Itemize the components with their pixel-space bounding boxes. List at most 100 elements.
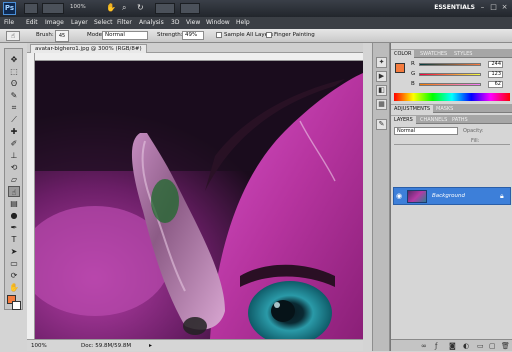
background-color-swatch[interactable] [12, 301, 21, 310]
color-spectrum-bar[interactable] [394, 93, 510, 101]
rotate-view-icon[interactable]: ↻ [137, 3, 144, 12]
new-layer-icon[interactable]: ▢ [489, 342, 496, 350]
brush-picker[interactable]: 45 [55, 30, 69, 42]
status-arrow-icon[interactable]: ▸ [149, 342, 152, 350]
tab-color[interactable]: COLOR [391, 50, 415, 58]
view-extras-button[interactable] [42, 3, 64, 14]
channel-b-value[interactable]: 62 [488, 81, 503, 88]
tab-masks[interactable]: MASKS [433, 105, 456, 113]
add-layer-style-icon[interactable]: ƒ [435, 342, 437, 350]
lasso-tool-icon[interactable]: ʘ [8, 78, 20, 89]
tab-layers[interactable]: LAYERS [391, 116, 416, 124]
menu-filter[interactable]: Filter [117, 18, 132, 28]
minimize-icon[interactable]: – [478, 3, 487, 12]
marquee-tool-icon[interactable]: ⬚ [8, 66, 20, 77]
color-panel-tabs: COLOR SWATCHES STYLES [391, 49, 512, 58]
tab-paths[interactable]: PATHS [449, 116, 471, 124]
document-tab[interactable]: avatar-bighero1.jpg @ 300% (RGB/8#) [30, 44, 147, 53]
menu-file[interactable]: File [4, 18, 14, 28]
finger-painting-label: Finger Painting [274, 32, 315, 38]
layer-name[interactable]: Background [432, 193, 465, 199]
status-zoom[interactable]: 100% [31, 342, 47, 350]
add-mask-icon[interactable]: ◙ [449, 342, 456, 350]
document-tab-bar: avatar-bighero1.jpg @ 300% (RGB/8#) [27, 43, 363, 53]
crop-tool-icon[interactable]: ⌗ [8, 102, 20, 113]
path-selection-tool-icon[interactable]: ➤ [8, 246, 20, 257]
menu-layer[interactable]: Layer [71, 18, 88, 28]
layer-visibility-eye-icon[interactable]: ◉ [396, 192, 404, 200]
adjustment-layer-icon[interactable]: ◐ [463, 342, 469, 350]
brushes-panel-icon[interactable]: ✎ [376, 119, 387, 130]
histogram-panel-icon[interactable]: ▦ [376, 99, 387, 110]
finger-painting-checkbox[interactable] [266, 32, 272, 38]
history-panel-icon[interactable]: ✦ [376, 57, 387, 68]
color-foreground-swatch[interactable] [395, 63, 405, 73]
healing-brush-tool-icon[interactable]: ✚ [8, 126, 20, 137]
channel-g-value[interactable]: 123 [488, 71, 503, 78]
3d-rotate-tool-icon[interactable]: ⟳ [8, 270, 20, 281]
app-bar: Ps 100% ✋ ⌕ ↻ ESSENTIALS – □ × [0, 0, 512, 17]
move-tool-icon[interactable]: ✥ [8, 54, 20, 65]
sample-all-layers-checkbox[interactable] [216, 32, 222, 38]
layer-row-background[interactable]: ◉ Background 🔒︎ [393, 187, 511, 205]
zoom-level-dropdown[interactable]: 100% [70, 4, 92, 13]
blend-mode-dropdown[interactable]: Normal [394, 127, 458, 135]
image-canvas[interactable] [35, 61, 363, 339]
opacity-label: Opacity: [463, 128, 484, 134]
shape-tool-icon[interactable]: ▭ [8, 258, 20, 269]
menu-view[interactable]: View [186, 18, 200, 28]
tool-preset-picker[interactable]: ☝ [6, 31, 20, 41]
eraser-tool-icon[interactable]: ▱ [8, 174, 20, 185]
layer-lock-icon: 🔒︎ [500, 192, 504, 200]
navigator-panel-icon[interactable]: ◧ [376, 85, 387, 96]
gradient-tool-icon[interactable]: ▤ [8, 198, 20, 209]
status-doc-info: Doc: 59.8M/59.8M [81, 343, 132, 349]
quick-selection-tool-icon[interactable]: ✎ [8, 90, 20, 101]
history-brush-tool-icon[interactable]: ⟲ [8, 162, 20, 173]
mode-dropdown[interactable]: Normal [102, 31, 148, 40]
channel-g-slider[interactable] [419, 73, 481, 76]
channel-g-label: G [411, 71, 416, 77]
hand-tool-panel-icon[interactable]: ✋ [8, 282, 20, 293]
menu-help[interactable]: Help [236, 18, 250, 28]
bridge-button[interactable] [24, 3, 38, 14]
channel-r-slider[interactable] [419, 63, 481, 66]
type-tool-icon[interactable]: T [8, 234, 20, 245]
maximize-icon[interactable]: □ [489, 3, 498, 12]
smudge-tool-icon[interactable]: ☝ [8, 186, 20, 197]
close-icon[interactable]: × [500, 3, 509, 12]
menu-analysis[interactable]: Analysis [139, 18, 164, 28]
workspace-switcher[interactable]: ESSENTIALS [413, 4, 475, 13]
menu-select[interactable]: Select [94, 18, 113, 28]
dodge-tool-icon[interactable]: ● [8, 210, 20, 221]
actions-panel-icon[interactable]: ▶ [376, 71, 387, 82]
link-layers-icon[interactable]: ∞ [421, 342, 427, 350]
brush-tool-icon[interactable]: ✐ [8, 138, 20, 149]
channel-b-slider[interactable] [419, 83, 481, 86]
tab-adjustments[interactable]: ADJUSTMENTS [391, 105, 434, 113]
horizontal-ruler[interactable] [27, 53, 363, 61]
menu-image[interactable]: Image [45, 18, 64, 28]
layers-panel-footer: ∞ ƒ ◙ ◐ ▭ ▢ 🗑︎ [391, 339, 512, 351]
pen-tool-icon[interactable]: ✒ [8, 222, 20, 233]
hand-tool-icon[interactable]: ✋ [106, 3, 116, 12]
arrange-documents-button[interactable] [155, 3, 175, 14]
tab-channels[interactable]: CHANNELS [417, 116, 450, 124]
eyedropper-tool-icon[interactable]: ⟋ [8, 114, 20, 125]
tab-swatches[interactable]: SWATCHES [417, 50, 450, 58]
new-group-icon[interactable]: ▭ [477, 342, 484, 350]
channel-r-value[interactable]: 244 [488, 61, 503, 68]
tools-panel: ✥ ⬚ ʘ ✎ ⌗ ⟋ ✚ ✐ ⊥ ⟲ ▱ ☝ ▤ ● ✒ T ➤ ▭ ⟳ ✋ [4, 48, 23, 310]
delete-layer-icon[interactable]: 🗑︎ [501, 342, 510, 350]
menu-3d[interactable]: 3D [171, 18, 179, 28]
lock-row [394, 138, 510, 145]
menu-edit[interactable]: Edit [26, 18, 38, 28]
strength-input[interactable]: 49% [182, 31, 204, 40]
tab-styles[interactable]: STYLES [451, 50, 475, 58]
screen-mode-button[interactable] [180, 3, 200, 14]
clone-stamp-tool-icon[interactable]: ⊥ [8, 150, 20, 161]
vertical-ruler[interactable] [27, 53, 35, 339]
mode-value: Normal [105, 32, 125, 38]
zoom-tool-icon[interactable]: ⌕ [122, 3, 126, 13]
menu-window[interactable]: Window [206, 18, 230, 28]
